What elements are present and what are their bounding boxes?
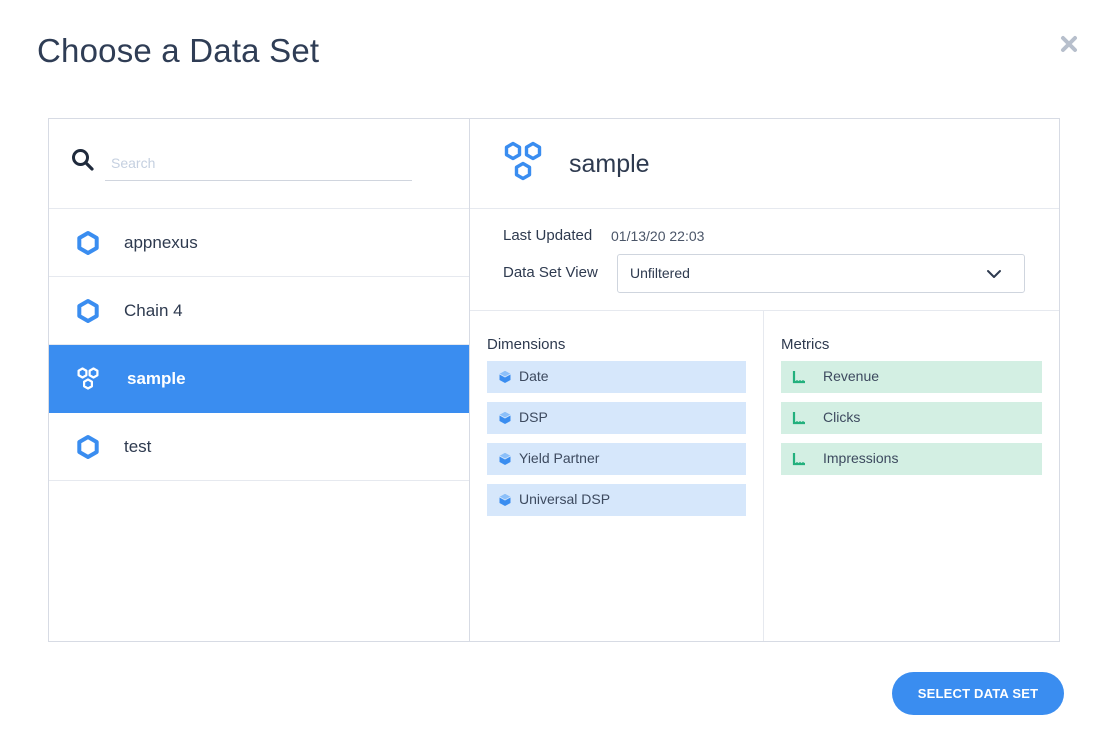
dataset-view-selected-value: Unfiltered <box>630 265 690 281</box>
hexagon-icon <box>77 299 99 323</box>
metric-chip-clicks[interactable]: Clicks <box>781 402 1042 434</box>
cube-icon <box>499 412 511 424</box>
close-button[interactable] <box>1058 33 1080 55</box>
hexagon-cluster-icon <box>504 141 542 181</box>
metrics-column: Metrics Revenue Clicks Impressions <box>764 311 1059 641</box>
dataset-view-label: Data Set View <box>503 264 598 281</box>
cube-icon <box>499 371 511 383</box>
metric-chip-revenue[interactable]: Revenue <box>781 361 1042 393</box>
dataset-list: appnexus Chain 4 sample test <box>49 209 469 481</box>
ruler-icon <box>792 371 805 384</box>
hexagon-icon <box>77 435 99 459</box>
select-data-set-button[interactable]: SELECT DATA SET <box>892 672 1064 715</box>
last-updated-label: Last Updated <box>503 227 593 244</box>
ruler-icon <box>792 453 805 466</box>
dimension-chip-universal-dsp[interactable]: Universal DSP <box>487 484 746 516</box>
dataset-picker-panel: appnexus Chain 4 sample t <box>48 118 1060 642</box>
dataset-detail-pane: sample Last Updated 01/13/20 22:03 Data … <box>470 119 1059 641</box>
dimension-chip-date[interactable]: Date <box>487 361 746 393</box>
last-updated-value: 01/13/20 22:03 <box>611 228 705 244</box>
cube-icon <box>499 494 511 506</box>
dataset-item-chain-4[interactable]: Chain 4 <box>49 277 469 345</box>
dimensions-list: Date DSP Yield Partner Universal DSP <box>487 361 746 525</box>
close-x-icon[interactable] <box>1058 33 1080 55</box>
cube-icon <box>499 453 511 465</box>
dimension-chip-label: Yield Partner <box>519 450 600 466</box>
dimension-chip-yield-partner[interactable]: Yield Partner <box>487 443 746 475</box>
metrics-list: Revenue Clicks Impressions <box>781 361 1042 484</box>
dataset-detail-header: sample <box>470 119 1059 209</box>
hexagon-icon <box>77 231 99 255</box>
dataset-meta: Last Updated 01/13/20 22:03 Data Set Vie… <box>470 209 1059 311</box>
dimensions-title: Dimensions <box>487 336 566 353</box>
dataset-view-select[interactable]: Unfiltered <box>617 254 1025 293</box>
fields-columns: Dimensions Date DSP Yield Partner Univer… <box>470 311 1059 641</box>
search-bar <box>49 119 469 209</box>
dataset-item-appnexus[interactable]: appnexus <box>49 209 469 277</box>
hexagon-cluster-icon <box>77 367 99 390</box>
ruler-icon <box>792 412 805 425</box>
dataset-name: sample <box>569 150 650 178</box>
dataset-item-label: test <box>124 436 152 456</box>
metric-chip-label: Impressions <box>823 450 899 466</box>
chevron-down-icon <box>987 270 1001 278</box>
dataset-item-sample[interactable]: sample <box>49 345 469 413</box>
dataset-item-label: sample <box>127 368 186 388</box>
metric-chip-label: Revenue <box>823 368 880 384</box>
dimension-chip-label: Date <box>519 368 549 384</box>
dimension-chip-label: Universal DSP <box>519 491 611 507</box>
modal-title: Choose a Data Set <box>37 32 320 69</box>
dataset-item-label: appnexus <box>124 232 198 252</box>
search-input[interactable] <box>105 145 412 181</box>
metric-chip-label: Clicks <box>823 409 861 425</box>
dimension-chip-label: DSP <box>519 409 548 425</box>
dimension-chip-dsp[interactable]: DSP <box>487 402 746 434</box>
metrics-title: Metrics <box>781 336 830 353</box>
search-icon <box>72 149 94 171</box>
dataset-item-test[interactable]: test <box>49 413 469 481</box>
dataset-list-pane: appnexus Chain 4 sample t <box>49 119 470 641</box>
metric-chip-impressions[interactable]: Impressions <box>781 443 1042 475</box>
dataset-item-label: Chain 4 <box>124 300 183 320</box>
dimensions-column: Dimensions Date DSP Yield Partner Univer… <box>470 311 764 641</box>
